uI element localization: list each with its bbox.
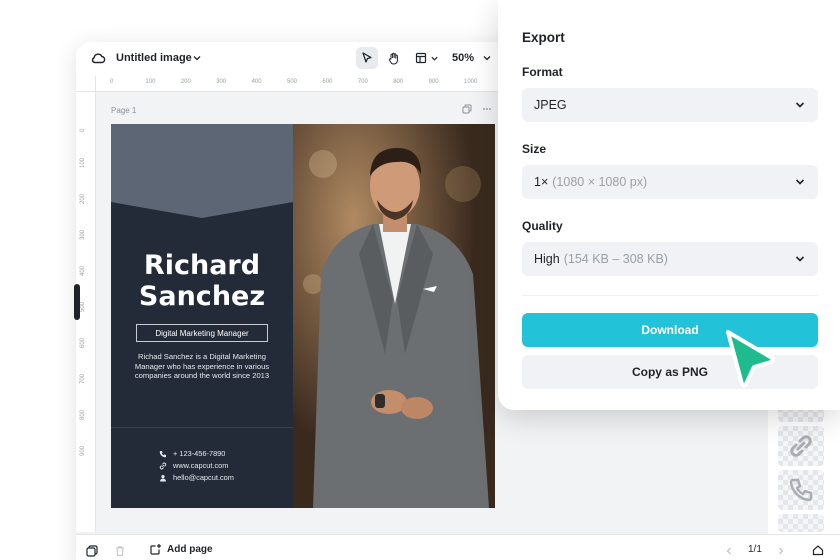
user-icon (160, 474, 166, 481)
website-text: www.capcut.com (173, 461, 229, 470)
add-page-button[interactable]: Add page (150, 543, 213, 555)
phone-icon (159, 450, 166, 457)
page-counter: 1/1 (748, 544, 762, 555)
ruler-tick-label: 100 (145, 79, 156, 85)
chevron-left-icon[interactable] (724, 546, 734, 556)
zoom-level[interactable]: 50% (452, 52, 474, 64)
header-block (111, 124, 293, 202)
page-actions (462, 104, 492, 114)
size-detail: (1080 × 1080 px) (552, 175, 648, 189)
format-label: Format (522, 65, 563, 79)
chevron-right-icon[interactable] (776, 546, 786, 556)
document-title[interactable]: Untitled image (116, 52, 192, 64)
quality-detail: (154 KB – 308 KB) (563, 252, 668, 266)
ruler-tick-label: 200 (80, 193, 86, 204)
design-canvas[interactable]: Richard Sanchez Digital Marketing Manage… (111, 124, 495, 508)
job-title[interactable]: Digital Marketing Manager (136, 324, 268, 342)
layers-icon[interactable] (86, 545, 98, 557)
ruler-tick-label: 1000 (464, 79, 478, 85)
ruler-tick-label: 900 (80, 445, 86, 456)
chevron-down-icon (795, 179, 805, 185)
hand-icon (388, 52, 398, 64)
ruler-tick-label: 800 (80, 409, 86, 420)
email-text: hello@capcut.com (173, 473, 234, 482)
divider (111, 427, 293, 428)
chevron-down-icon[interactable] (430, 54, 439, 63)
ruler-tick-label: 200 (180, 79, 191, 85)
ruler-tick-label: 900 (428, 79, 439, 85)
add-page-label: Add page (167, 543, 213, 555)
chevron-down-icon (795, 256, 805, 262)
asset-thumbnail[interactable] (778, 514, 824, 532)
name-last: Sanchez (138, 281, 266, 312)
chevron-down-icon[interactable] (192, 53, 202, 63)
bottom-bar: Add page 1/1 (76, 534, 840, 560)
ruler-tick-label: 400 (251, 79, 262, 85)
ruler-tick-label: 800 (393, 79, 404, 85)
duplicate-icon[interactable] (462, 104, 472, 114)
quality-label: Quality (522, 219, 563, 233)
asset-thumbnail[interactable] (778, 470, 824, 510)
size-label: Size (522, 142, 547, 156)
contact-website[interactable]: www.capcut.com (159, 460, 289, 471)
format-value: JPEG (534, 98, 567, 112)
home-icon[interactable] (812, 544, 824, 556)
ruler-tick-label: 600 (80, 337, 86, 348)
ruler-tick-label: 500 (287, 79, 298, 85)
link-icon (790, 435, 812, 457)
info-panel: Richard Sanchez Digital Marketing Manage… (111, 124, 293, 508)
size-select[interactable]: 1× (1080 × 1080 px) (522, 165, 818, 199)
phone-text: + 123-456-7890 (173, 449, 226, 458)
ruler-tick-label: 500 (80, 301, 86, 312)
ruler-tick-label: 400 (80, 265, 86, 276)
ruler-tick-label: 0 (110, 79, 114, 85)
ruler-tick-label: 100 (80, 157, 86, 168)
cursor-pointer-icon (726, 330, 775, 388)
layout-icon (415, 52, 427, 64)
link-icon (159, 462, 167, 469)
hand-tool-button[interactable] (382, 47, 404, 69)
ruler-tick-label: 600 (322, 79, 333, 85)
layout-button[interactable] (410, 47, 432, 69)
name-first: Richard (143, 250, 261, 281)
format-select[interactable]: JPEG (522, 88, 818, 122)
size-value: 1× (534, 175, 549, 189)
portrait-illustration (293, 124, 495, 508)
more-icon[interactable] (482, 104, 492, 114)
chevron-shape (111, 202, 293, 218)
select-tool-button[interactable] (356, 47, 378, 69)
person-name[interactable]: Richard Sanchez (111, 250, 293, 312)
quality-value: High (534, 252, 560, 266)
add-page-icon (150, 544, 161, 555)
quality-select[interactable]: High (154 KB – 308 KB) (522, 242, 818, 276)
bio-text[interactable]: Richad Sanchez is a Digital Marketing Ma… (133, 352, 271, 381)
phone-icon (789, 478, 813, 502)
resize-handle[interactable] (74, 284, 80, 320)
export-panel: Export Format JPEG Size 1× (1080 × 1080 … (498, 0, 840, 410)
contact-email[interactable]: hello@capcut.com (159, 472, 289, 483)
ruler-tick-label: 300 (216, 79, 227, 85)
divider (522, 295, 818, 296)
export-title: Export (522, 30, 565, 45)
ruler-tick-label: 0 (80, 128, 86, 132)
cloud-icon[interactable] (90, 50, 106, 66)
pointer-icon (362, 52, 372, 63)
chevron-down-icon[interactable] (482, 53, 492, 63)
asset-thumbnail[interactable] (778, 426, 824, 466)
ruler-tick-label: 700 (357, 79, 368, 85)
trash-icon[interactable] (114, 545, 126, 557)
contact-phone[interactable]: + 123-456-7890 (159, 448, 289, 459)
chevron-down-icon (795, 102, 805, 108)
ruler-corner (76, 76, 96, 92)
ruler-tick-label: 300 (80, 229, 86, 240)
ruler-tick-label: 700 (80, 373, 86, 384)
portrait-photo[interactable] (293, 124, 495, 508)
page-label: Page 1 (111, 106, 137, 115)
